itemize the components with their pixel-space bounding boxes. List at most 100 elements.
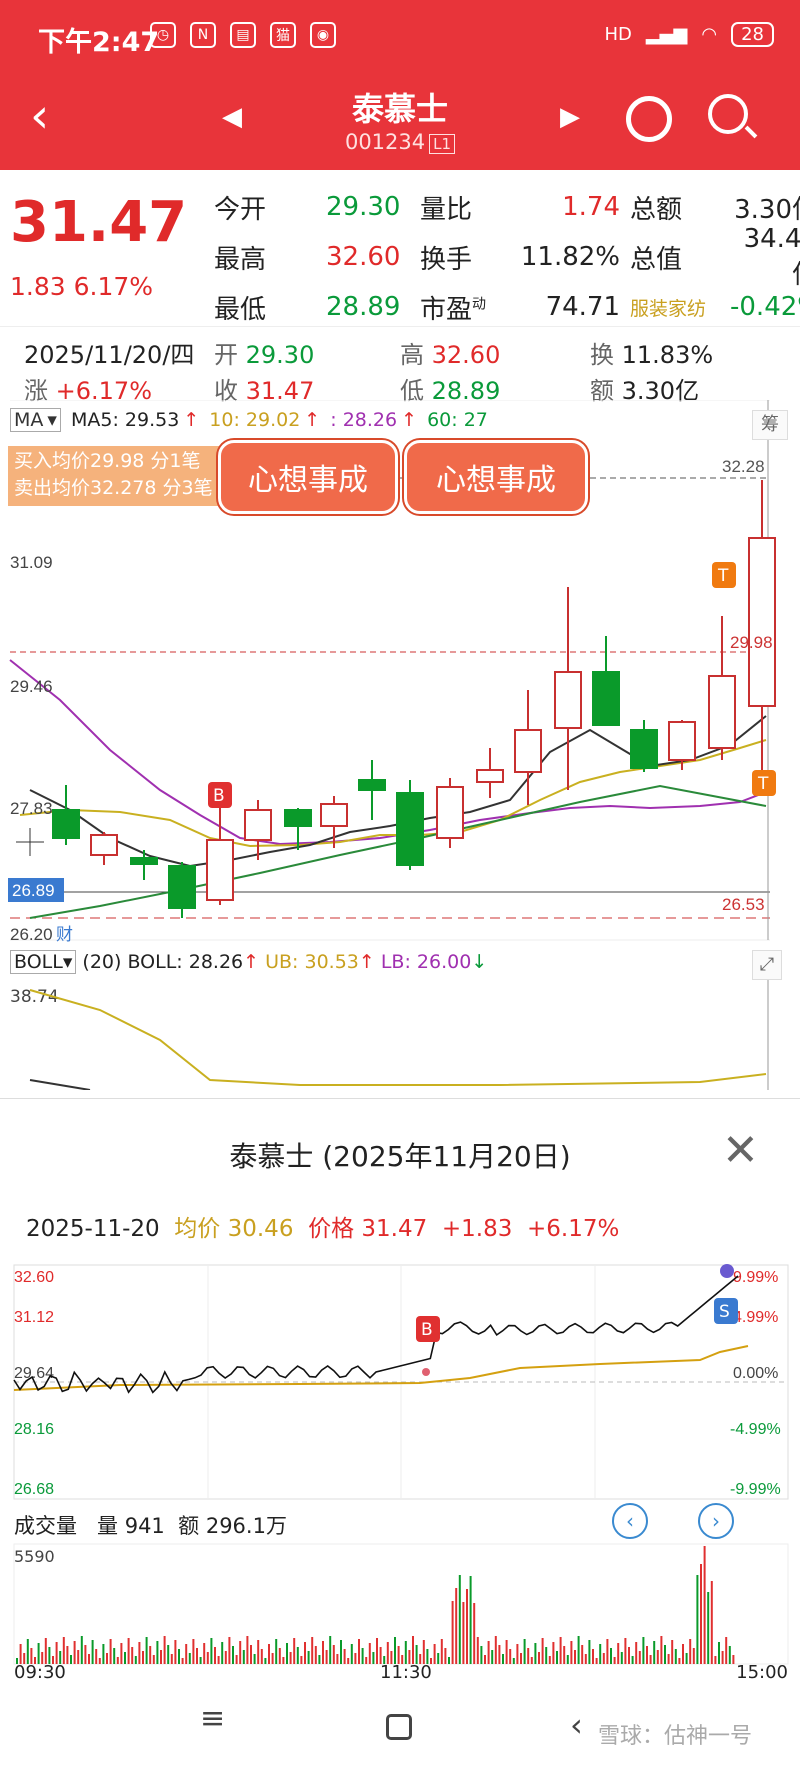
boll-chart[interactable]: 38.74: [0, 980, 800, 1090]
avg-label: 均价: [174, 1216, 221, 1242]
boll-selector[interactable]: BOLL▾: [10, 950, 77, 974]
change-value: 1.83: [10, 272, 66, 301]
ma20-value: : 28.26: [330, 409, 398, 431]
volume-bar: [275, 1639, 278, 1664]
volume-bar: [167, 1645, 170, 1664]
assistant-icon[interactable]: [626, 96, 672, 142]
day-date: 2025/11/20/四: [24, 341, 195, 369]
volume-bar: [516, 1644, 519, 1664]
volume-bar: [671, 1640, 674, 1664]
volume-bar: [304, 1642, 306, 1664]
t-marker-top[interactable]: T: [712, 562, 736, 588]
volume-bar: [235, 1655, 238, 1664]
volume-bar: [340, 1640, 342, 1664]
volume-bar: [95, 1649, 98, 1664]
quote-label: 换手: [420, 244, 473, 275]
candle-body: [52, 809, 80, 839]
volume-bar: [84, 1645, 87, 1664]
sector-label[interactable]: 服装家纺: [630, 294, 730, 321]
home-icon[interactable]: [386, 1714, 412, 1740]
volume-bar: [325, 1650, 328, 1664]
system-back-icon[interactable]: ‹: [570, 1706, 583, 1744]
volume-bar: [538, 1652, 540, 1664]
volume-max-label: 5590: [14, 1547, 55, 1566]
volume-bar: [26, 1639, 29, 1664]
pe-label: 市盈: [420, 294, 473, 325]
intraday-info: 2025-11-20 均价 30.46 价格 31.47 +1.83 +6.17…: [26, 1209, 619, 1243]
time-mid: 11:30: [380, 1662, 432, 1683]
expand-icon[interactable]: ⤢: [752, 950, 782, 980]
prev-day-icon[interactable]: ‹: [612, 1503, 648, 1539]
quote-value: 34.41亿: [743, 223, 800, 290]
candle-body: [748, 537, 776, 707]
intraday-buy-marker[interactable]: B: [416, 1316, 440, 1342]
label-buyavg: 29.98: [730, 633, 773, 652]
quote-label: 量比: [420, 194, 473, 225]
volume-bar: [336, 1654, 339, 1664]
t-marker-bottom[interactable]: T: [752, 770, 776, 796]
app-icon: ◉: [310, 22, 336, 48]
volume-bar: [602, 1653, 605, 1664]
volume-bar: [113, 1648, 116, 1664]
status-bar: 下午2:47 ◷ N ▤ 猫 ◉ HD ▂▄▆ ◠ 28: [0, 0, 800, 74]
popup-title: 泰慕士 (2025年11月20日): [229, 1140, 571, 1173]
volume-bar: [505, 1640, 508, 1664]
price-value: 31.47: [361, 1216, 428, 1242]
pct-label: 4.99%: [733, 1309, 778, 1326]
candle-body: [206, 839, 234, 901]
volume-bar: [199, 1657, 202, 1664]
volume-bar: [163, 1636, 166, 1664]
pe-sup: 动: [472, 295, 487, 312]
volume-bar: [188, 1653, 191, 1664]
price-line: [13, 1275, 739, 1394]
intraday-chart[interactable]: 32.60 31.12 29.64 28.16 26.68 9.99% 4.99…: [0, 1262, 800, 1507]
alarm-icon: ◷: [150, 22, 176, 48]
volume-bar: [372, 1652, 375, 1664]
ma-badge-text: MA: [14, 409, 44, 431]
quote-value: 11.82%: [520, 242, 620, 272]
volume-bar: [354, 1653, 357, 1664]
boll-mid-line: [29, 1079, 91, 1090]
volume-bar: [520, 1653, 522, 1664]
volume-bar: [581, 1645, 584, 1664]
volume-bar: [361, 1648, 364, 1664]
volume-bar: [710, 1581, 713, 1664]
stock-name: 泰慕士: [351, 90, 448, 128]
volume-bar: [102, 1644, 105, 1664]
buy-point: [422, 1368, 430, 1376]
volume-bar: [530, 1657, 533, 1664]
volume-bar: [329, 1636, 332, 1664]
volume-bar: [455, 1588, 458, 1664]
wifi-icon: ◠: [701, 24, 718, 45]
volume-bar: [44, 1638, 47, 1664]
volume-bar: [635, 1642, 638, 1664]
close-icon[interactable]: ✕: [722, 1129, 759, 1173]
volume-bar: [534, 1643, 537, 1664]
volume-bar: [311, 1637, 314, 1664]
volume-bar: [484, 1655, 486, 1664]
volume-bar: [214, 1647, 216, 1664]
candle-body: [476, 769, 504, 783]
chips-button[interactable]: 筹: [752, 410, 788, 440]
buy-marker[interactable]: B: [208, 782, 232, 808]
volume-bar: [109, 1639, 112, 1664]
next-stock-icon[interactable]: ▶: [560, 102, 580, 132]
volume-bar: [253, 1654, 256, 1664]
menu-icon[interactable]: ≡: [200, 1704, 230, 1734]
volume-bar: [541, 1638, 544, 1664]
volume-bar: [646, 1646, 648, 1664]
search-icon[interactable]: [708, 94, 748, 134]
volume-bar: [160, 1650, 162, 1664]
volume-bar: [66, 1646, 69, 1664]
candle-body: [708, 675, 736, 749]
volume-bar: [174, 1640, 177, 1664]
next-day-icon[interactable]: ›: [698, 1503, 734, 1539]
fin-icon[interactable]: 财: [56, 925, 73, 944]
volume-bar: [548, 1656, 551, 1664]
ma-selector[interactable]: MA ▾: [10, 408, 61, 432]
volume-bar: [289, 1652, 292, 1664]
candle-body: [284, 809, 312, 827]
volume-bar: [131, 1647, 134, 1664]
candle-body: [436, 786, 464, 839]
volume-bar: [631, 1656, 634, 1664]
